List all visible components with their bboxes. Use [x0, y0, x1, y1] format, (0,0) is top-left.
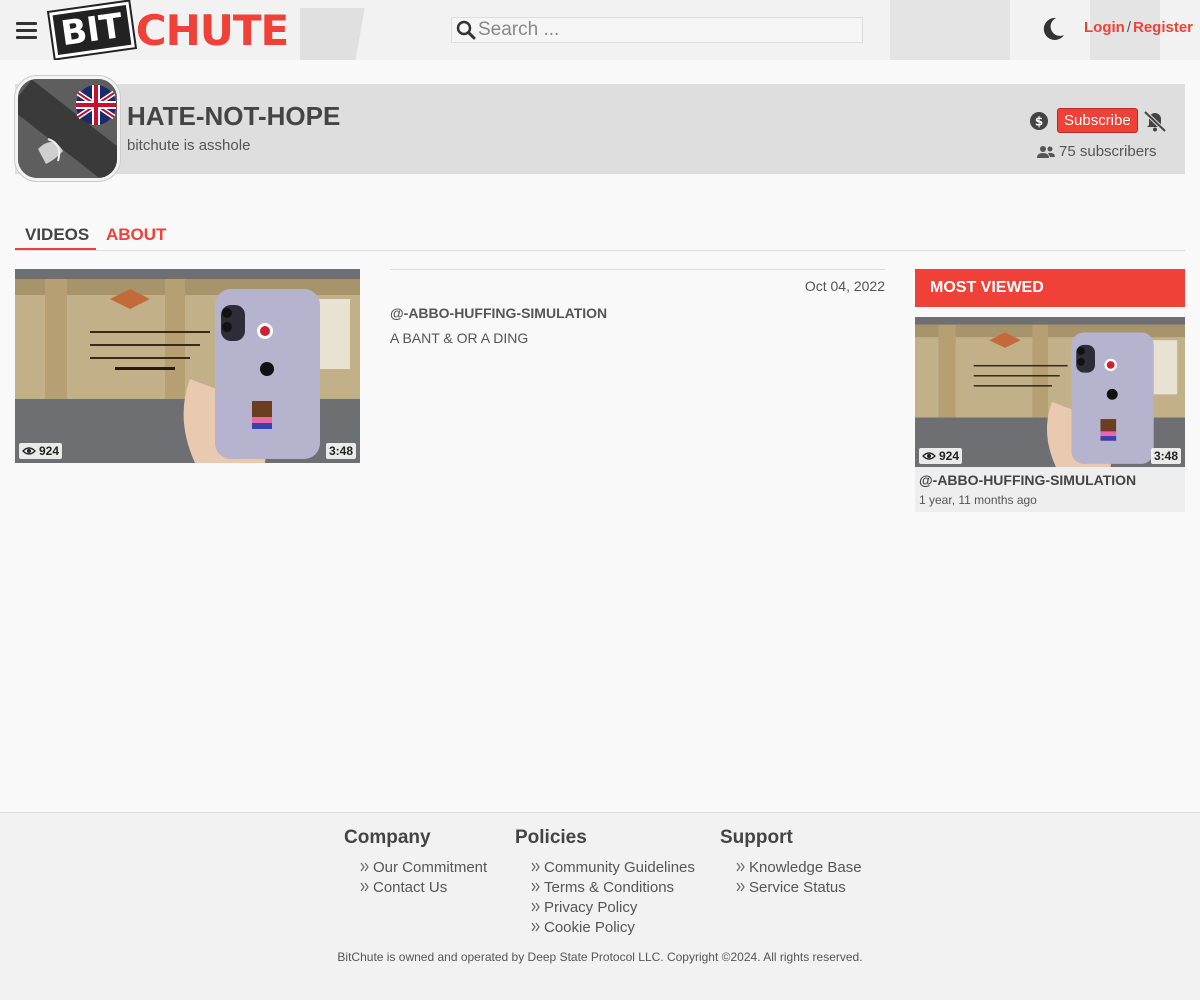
footer-link-service-status[interactable]: Service Status — [736, 877, 862, 897]
svg-text:$: $ — [1035, 115, 1043, 129]
view-count-badge: 924 — [19, 443, 63, 459]
footer-link-terms-conditions[interactable]: Terms & Conditions — [531, 877, 695, 897]
footer-link-community-guidelines[interactable]: Community Guidelines — [531, 857, 695, 877]
tab-videos[interactable]: VIDEOS — [25, 225, 89, 245]
copyright-notice: BitChute is owned and operated by Deep S… — [337, 950, 863, 964]
footer-link-label: Contact Us — [373, 878, 448, 896]
most-viewed-duration-badge: 3:48 — [1150, 448, 1181, 464]
chevron-double-right-icon — [531, 882, 540, 892]
tabs-divider — [15, 250, 1185, 251]
footer-heading-support: Support — [720, 827, 793, 848]
bell-slash-icon[interactable] — [1143, 110, 1167, 132]
logo-chute-text: CHUTE — [135, 5, 289, 55]
auth-separator: / — [1126, 19, 1131, 36]
register-link[interactable]: Register — [1133, 19, 1193, 36]
eye-icon — [922, 452, 936, 460]
most-viewed-heading: MOST VIEWED — [915, 269, 1185, 307]
channel-description: bitchute is asshole — [127, 137, 251, 154]
video-thumbnail[interactable]: 924 3:48 — [15, 269, 360, 463]
footer-link-label: Community Guidelines — [544, 858, 695, 876]
chevron-double-right-icon — [531, 902, 540, 912]
site-footer: Company Our Commitment Contact Us Polici… — [0, 812, 1200, 1000]
channel-avatar[interactable] — [15, 76, 120, 181]
footer-link-privacy-policy[interactable]: Privacy Policy — [531, 897, 695, 917]
video-description: A BANT & OR A DING — [390, 330, 529, 346]
footer-heading-company: Company — [344, 827, 431, 848]
view-count: 924 — [39, 444, 60, 458]
channel-name: HATE-NOT-HOPE — [127, 101, 341, 131]
most-viewed-card[interactable]: 924 3:48 @-ABBO-HUFFING-SIMULATION 1 yea… — [915, 317, 1185, 512]
subscriber-count: 75 subscribers — [1037, 143, 1157, 160]
footer-column-policies: Policies Community Guidelines Terms & Co… — [515, 827, 695, 937]
most-viewed-title[interactable]: @-ABBO-HUFFING-SIMULATION — [919, 472, 1136, 488]
most-viewed-time-ago: 1 year, 11 months ago — [919, 493, 1037, 507]
login-link[interactable]: Login — [1084, 19, 1125, 36]
search-input[interactable] — [478, 19, 858, 41]
duration-badge: 3:48 — [325, 443, 356, 459]
subscribe-button[interactable]: Subscribe — [1057, 108, 1138, 133]
footer-link-label: Service Status — [749, 878, 846, 896]
chevron-double-right-icon — [736, 862, 745, 872]
most-viewed-view-badge: 924 — [919, 448, 963, 464]
video-title-link[interactable]: @-ABBO-HUFFING-SIMULATION — [390, 305, 607, 321]
most-viewed-thumbnail[interactable]: 924 3:48 — [915, 317, 1185, 467]
footer-column-company: Company Our Commitment Contact Us — [344, 827, 487, 897]
eye-icon — [22, 447, 36, 455]
footer-link-knowledge-base[interactable]: Knowledge Base — [736, 857, 862, 877]
auth-links: Login / Register — [1084, 19, 1193, 36]
video-divider — [390, 269, 885, 270]
chevron-double-right-icon — [360, 882, 369, 892]
tab-about[interactable]: ABOUT — [106, 225, 166, 245]
footer-link-label: Terms & Conditions — [544, 878, 675, 896]
logo-bit-text: BIT — [49, 1, 135, 59]
users-icon — [1037, 145, 1055, 158]
chevron-double-right-icon — [360, 862, 369, 872]
moon-icon[interactable] — [1040, 16, 1066, 42]
footer-link-contact-us[interactable]: Contact Us — [360, 877, 487, 897]
footer-link-our-commitment[interactable]: Our Commitment — [360, 857, 487, 877]
subscriber-count-text: 75 subscribers — [1059, 143, 1157, 160]
hamburger-menu-icon[interactable] — [16, 22, 37, 40]
footer-link-cookie-policy[interactable]: Cookie Policy — [531, 917, 695, 937]
site-header: BIT CHUTE Login/Register — [0, 0, 1200, 60]
site-logo[interactable]: BIT CHUTE — [49, 1, 289, 59]
chevron-double-right-icon — [531, 862, 540, 872]
dollar-icon[interactable]: $ — [1030, 112, 1048, 130]
video-date: Oct 04, 2022 — [804, 278, 885, 294]
footer-link-label: Privacy Policy — [544, 898, 638, 916]
footer-link-label: Knowledge Base — [749, 858, 862, 876]
search-icon[interactable] — [456, 20, 476, 40]
footer-heading-policies: Policies — [515, 827, 587, 848]
footer-link-label: Cookie Policy — [544, 918, 635, 936]
chevron-double-right-icon — [736, 882, 745, 892]
chevron-double-right-icon — [531, 922, 540, 932]
most-viewed-view-count: 924 — [939, 449, 960, 463]
search-box[interactable] — [451, 17, 863, 43]
footer-link-label: Our Commitment — [373, 858, 488, 876]
footer-column-support: Support Knowledge Base Service Status — [720, 827, 862, 897]
